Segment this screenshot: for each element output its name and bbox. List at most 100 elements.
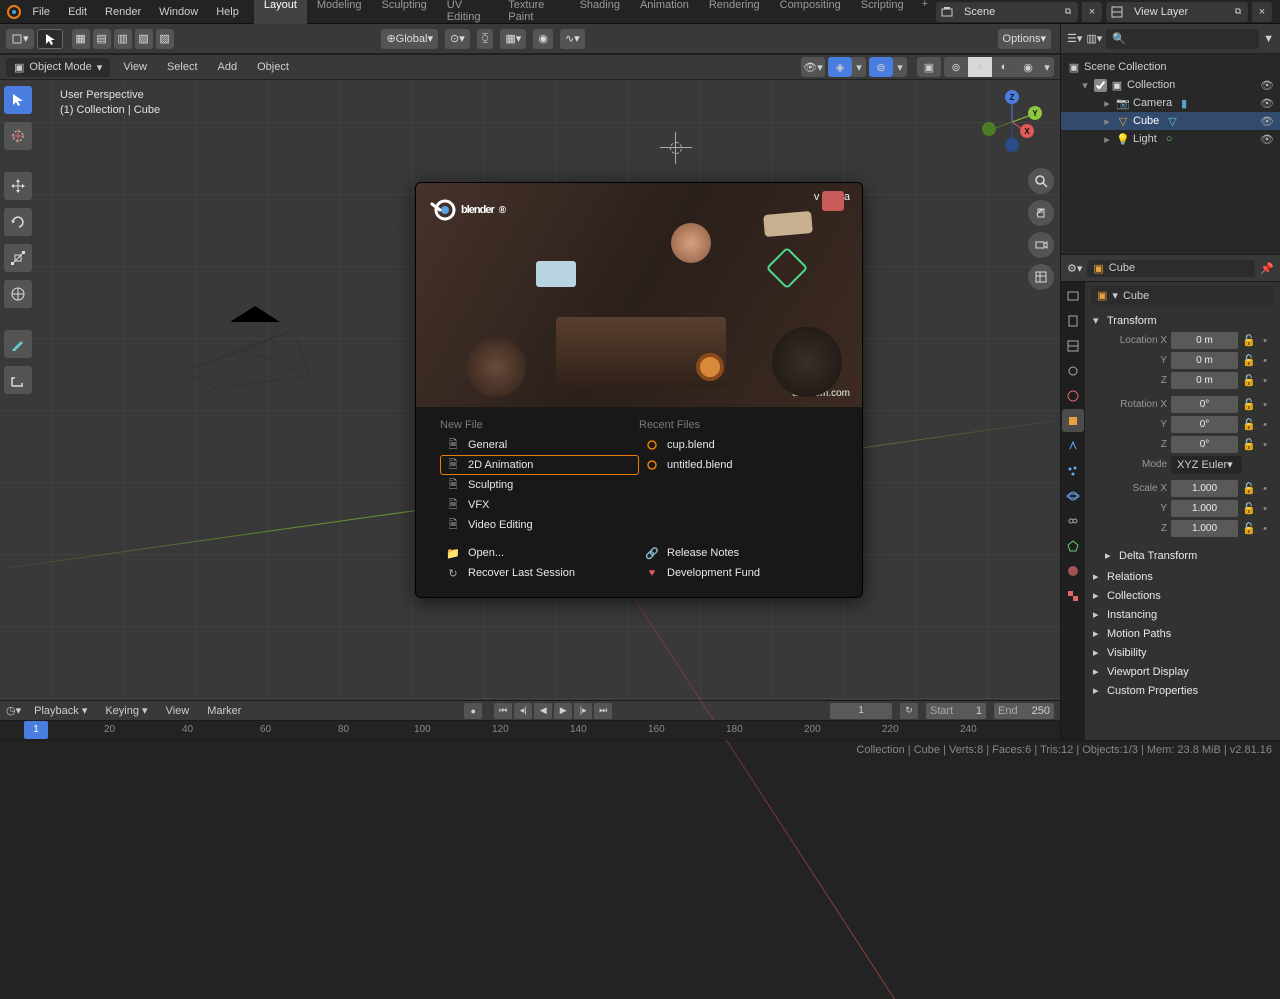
axis-z-handle[interactable]: Z <box>1005 90 1019 104</box>
shading-solid-button[interactable]: ● <box>968 57 992 77</box>
chevron-right-icon[interactable]: ▸ <box>1101 97 1113 110</box>
loc-x-field[interactable]: 0 m <box>1171 332 1238 349</box>
mode-select[interactable]: ▣ Object Mode▾ <box>6 58 110 77</box>
rot-y-field[interactable]: 0° <box>1171 416 1238 433</box>
lock-icon[interactable]: 🔓 <box>1242 482 1256 495</box>
tool-cursor[interactable] <box>4 122 32 150</box>
visibility-selectability-button[interactable]: 👁▾ <box>801 57 825 77</box>
menu-window[interactable]: Window <box>150 2 207 22</box>
menu-edit[interactable]: Edit <box>59 2 96 22</box>
ptab-modifiers[interactable] <box>1062 434 1084 457</box>
tool-rotate[interactable] <box>4 208 32 236</box>
panel-relations-header[interactable]: ▸Relations <box>1091 567 1274 586</box>
outliner-editor-type-button[interactable]: ☰▾ <box>1067 32 1082 45</box>
scale-z-field[interactable]: 1.000 <box>1171 520 1238 537</box>
play-reverse-button[interactable]: ◀ <box>534 703 552 719</box>
camera-view-button[interactable] <box>1028 232 1054 258</box>
ptab-texture[interactable] <box>1062 584 1084 607</box>
select-mode-button-3[interactable]: ▥ <box>114 29 132 49</box>
outliner-collection[interactable]: ▾ ▣ Collection 👁 <box>1061 76 1280 94</box>
zoom-button[interactable] <box>1028 168 1054 194</box>
outliner-item-cube[interactable]: ▸ ▽ Cube ▽ 👁 <box>1061 112 1280 130</box>
panel-collections-header[interactable]: ▸Collections <box>1091 586 1274 605</box>
splash-recent-0[interactable]: cup.blend <box>639 435 838 455</box>
play-button[interactable]: ▶ <box>554 703 572 719</box>
axis-neg-y-handle[interactable] <box>982 122 996 136</box>
panel-delta-transform-header[interactable]: ▸Delta Transform <box>1091 546 1274 565</box>
menu-file[interactable]: File <box>23 2 59 22</box>
use-preview-range-toggle[interactable]: ↻ <box>900 703 918 719</box>
jump-start-button[interactable]: ⏮ <box>494 703 512 719</box>
axis-y-handle[interactable]: Y <box>1028 106 1042 120</box>
xray-toggle[interactable]: ▣ <box>917 57 941 77</box>
timeline-ruler[interactable]: 1 20 40 60 80 100 120 140 160 180 200 22… <box>0 720 1060 740</box>
current-frame-field[interactable]: 1 <box>830 703 892 719</box>
scene-icon[interactable] <box>936 2 958 22</box>
timeline-menu-marker[interactable]: Marker <box>202 703 246 719</box>
shading-wireframe-button[interactable]: ⊚ <box>944 57 968 77</box>
loc-y-field[interactable]: 0 m <box>1171 352 1238 369</box>
timeline-menu-keying[interactable]: Keying ▾ <box>100 702 152 719</box>
pan-button[interactable] <box>1028 200 1054 226</box>
shading-lookdev-button[interactable]: ◐ <box>992 57 1016 77</box>
viewport-menu-view[interactable]: View <box>116 58 154 76</box>
show-gizmo-toggle[interactable]: ◈ <box>828 57 852 77</box>
axis-neg-z-handle[interactable] <box>1005 138 1019 152</box>
view-layer-input[interactable] <box>1128 2 1228 22</box>
timeline-editor-type-button[interactable]: ◷▾ <box>6 704 21 717</box>
viewport-menu-select[interactable]: Select <box>160 58 205 76</box>
chevron-right-icon[interactable]: ▸ <box>1101 133 1113 146</box>
ptab-world[interactable] <box>1062 384 1084 407</box>
lock-icon[interactable]: 🔓 <box>1242 502 1256 515</box>
viewport-3d[interactable]: User Perspective (1) Collection | Cube <box>0 80 1060 700</box>
outliner-item-light[interactable]: ▸ 💡 Light ○ 👁 <box>1061 130 1280 148</box>
jump-end-button[interactable]: ⏭ <box>594 703 612 719</box>
splash-recover[interactable]: ↻Recover Last Session <box>440 563 639 583</box>
eye-icon[interactable]: 👁 <box>1260 79 1274 92</box>
scale-x-field[interactable]: 1.000 <box>1171 480 1238 497</box>
show-overlays-toggle[interactable]: ⊚ <box>869 57 893 77</box>
chevron-down-icon[interactable]: ▾ <box>1079 79 1091 92</box>
start-frame-field[interactable]: Start1 <box>926 703 986 719</box>
transform-orientation-button[interactable]: ⊕ Global ▾ <box>381 29 438 49</box>
options-button[interactable]: Options ▾ <box>998 29 1051 49</box>
select-mode-button-5[interactable]: ▨ <box>156 29 174 49</box>
light-object-gizmo[interactable] <box>660 132 692 164</box>
camera-object-gizmo[interactable] <box>185 300 325 380</box>
lock-icon[interactable]: 🔓 <box>1242 374 1256 387</box>
menu-render[interactable]: Render <box>96 2 150 22</box>
shading-options-button[interactable]: ▾ <box>1040 57 1054 77</box>
splash-new-general[interactable]: 🗎General <box>440 435 639 455</box>
end-frame-field[interactable]: End250 <box>994 703 1054 719</box>
tool-select-box[interactable] <box>4 86 32 114</box>
pivot-point-button[interactable]: ⊙▾ <box>445 29 470 49</box>
timeline-menu-view[interactable]: View <box>161 703 195 719</box>
nav-gizmo[interactable]: Z Y X <box>982 92 1042 152</box>
panel-instancing-header[interactable]: ▸Instancing <box>1091 605 1274 624</box>
rot-mode-dropdown[interactable]: XYZ Euler▾ <box>1171 456 1242 474</box>
loc-z-field[interactable]: 0 m <box>1171 372 1238 389</box>
lock-icon[interactable]: 🔓 <box>1242 438 1256 451</box>
perspective-toggle-button[interactable] <box>1028 264 1054 290</box>
ptab-particles[interactable] <box>1062 459 1084 482</box>
rot-z-field[interactable]: 0° <box>1171 436 1238 453</box>
cursor-tool-button[interactable] <box>37 29 63 49</box>
eye-icon[interactable]: 👁 <box>1260 133 1274 146</box>
ptab-output[interactable] <box>1062 309 1084 332</box>
pin-icon[interactable]: 📌 <box>1260 262 1274 275</box>
panel-transform-header[interactable]: ▾Transform <box>1091 311 1274 330</box>
keyframe-prev-button[interactable]: ◂| <box>514 703 532 719</box>
view-layer-icon[interactable] <box>1106 2 1128 22</box>
properties-content[interactable]: ▣▾ Cube ▾Transform Location X0 m🔓• Y0 m🔓… <box>1085 282 1280 740</box>
panel-visibility-header[interactable]: ▸Visibility <box>1091 643 1274 662</box>
splash-new-vfx[interactable]: 🗎VFX <box>440 495 639 515</box>
keyframe-next-button[interactable]: |▸ <box>574 703 592 719</box>
proportional-falloff-button[interactable]: ∿▾ <box>560 29 585 49</box>
lock-icon[interactable]: 🔓 <box>1242 398 1256 411</box>
proportional-edit-toggle[interactable]: ◉ <box>533 29 553 49</box>
splash-new-video-editing[interactable]: 🗎Video Editing <box>440 515 639 535</box>
ptab-material[interactable] <box>1062 559 1084 582</box>
collection-enable-checkbox[interactable] <box>1094 79 1107 92</box>
scene-name-input[interactable] <box>958 2 1058 22</box>
ptab-viewlayer[interactable] <box>1062 334 1084 357</box>
